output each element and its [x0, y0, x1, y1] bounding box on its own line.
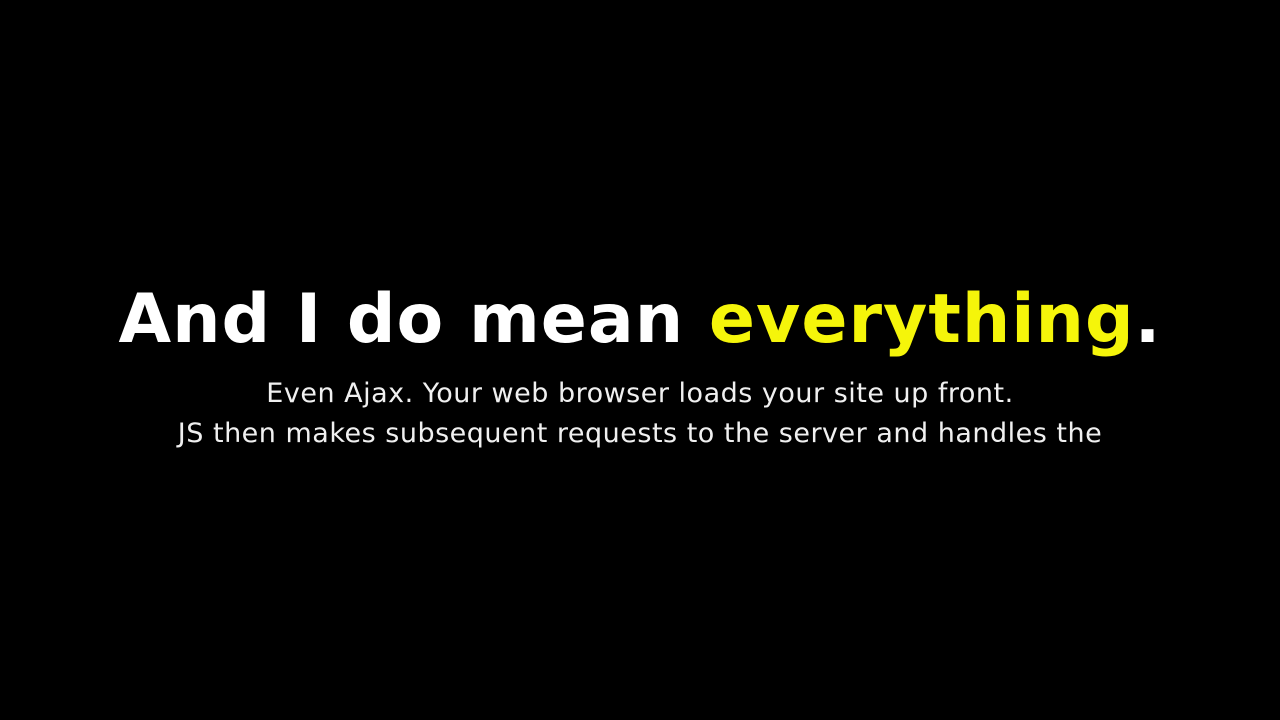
body-line-2: JS then makes subsequent requests to the…: [177, 418, 1103, 449]
slide: And I do mean everything. Even Ajax. You…: [0, 0, 1280, 720]
headline-emphasis: everything: [708, 280, 1135, 359]
body-line-1: Even Ajax. Your web browser loads your s…: [266, 378, 1014, 409]
headline-trail: .: [1134, 280, 1162, 359]
slide-headline: And I do mean everything.: [0, 278, 1280, 362]
headline-lead: And I do mean: [118, 280, 709, 359]
